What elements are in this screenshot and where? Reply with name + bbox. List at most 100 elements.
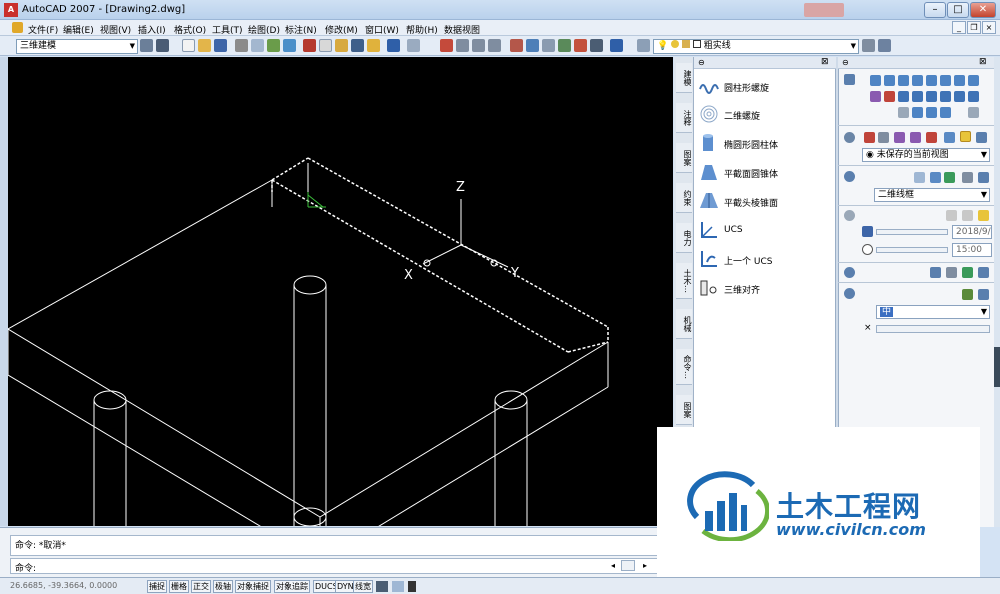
walk-icon[interactable] bbox=[894, 132, 905, 143]
zoom-window-icon[interactable] bbox=[472, 39, 485, 52]
layer-panel-icon[interactable] bbox=[156, 39, 169, 52]
paste-icon[interactable] bbox=[335, 39, 348, 52]
copy-icon[interactable] bbox=[319, 39, 332, 52]
wedge-icon[interactable] bbox=[884, 75, 895, 86]
view-select[interactable]: ◉ 未保存的当前视图 ▼ bbox=[862, 148, 990, 162]
scroll-thumb[interactable] bbox=[621, 560, 635, 571]
palette-item-frustum-cone[interactable]: 平截面圆锥体 bbox=[696, 159, 834, 185]
menu-tools[interactable]: 工具(T) bbox=[212, 23, 243, 36]
palette-tab-constraint[interactable]: 约束 bbox=[676, 183, 692, 213]
drawing-viewport[interactable]: Z X Y bbox=[8, 57, 673, 526]
palette-tab-hatch[interactable]: 图案 bbox=[676, 143, 692, 173]
redo-icon[interactable] bbox=[407, 39, 420, 52]
workspace-settings-icon[interactable] bbox=[140, 39, 153, 52]
presspull-icon[interactable] bbox=[926, 91, 937, 102]
match-properties-icon[interactable] bbox=[351, 39, 364, 52]
ortho-toggle[interactable]: 正交 bbox=[191, 580, 211, 593]
time-slider[interactable] bbox=[876, 247, 948, 253]
close-x-icon[interactable]: × bbox=[864, 323, 872, 333]
design-center-icon[interactable] bbox=[526, 39, 539, 52]
dashboard-menu-icon[interactable]: ⊖ bbox=[842, 58, 849, 67]
mesh-icon[interactable] bbox=[968, 107, 979, 118]
palette-tab-hatch-2[interactable]: 图案 bbox=[676, 395, 692, 425]
date-field[interactable]: 2018/9/2 bbox=[952, 225, 992, 239]
lighting-icon[interactable] bbox=[978, 210, 989, 221]
revolve-icon[interactable] bbox=[884, 91, 895, 102]
otrack-toggle[interactable]: 对象追踪 bbox=[274, 580, 310, 593]
doc-restore-button[interactable]: ❐ bbox=[967, 21, 981, 34]
tool-palettes-icon[interactable] bbox=[542, 39, 555, 52]
exposure-slider[interactable] bbox=[876, 325, 990, 333]
side-handle[interactable] bbox=[994, 347, 1000, 387]
palette-item-helix[interactable]: 圆柱形螺旋 bbox=[696, 73, 834, 99]
properties-icon[interactable] bbox=[510, 39, 523, 52]
menu-window[interactable]: 窗口(W) bbox=[365, 23, 399, 36]
visual-style-panel-icon[interactable] bbox=[844, 171, 855, 182]
dashboard-close-icon[interactable]: ⊠ bbox=[979, 57, 987, 67]
zoom-tool-icon[interactable] bbox=[878, 132, 889, 143]
save-icon[interactable] bbox=[214, 39, 227, 52]
menu-dimension[interactable]: 标注(N) bbox=[285, 23, 317, 36]
materials-window-icon[interactable] bbox=[930, 267, 941, 278]
palette-close-icon[interactable]: ⊠ bbox=[821, 57, 829, 67]
make-current-layer-icon[interactable] bbox=[862, 39, 875, 52]
palette-menu-icon[interactable]: ⊖ bbox=[698, 58, 705, 67]
menu-format[interactable]: 格式(O) bbox=[174, 23, 206, 36]
render-settings-icon[interactable] bbox=[978, 289, 989, 300]
materials-panel-icon[interactable] bbox=[844, 267, 855, 278]
zoom-realtime-icon[interactable] bbox=[456, 39, 469, 52]
visual-style-select[interactable]: 二维线框 ▼ bbox=[874, 188, 990, 202]
scroll-right-icon[interactable]: ▸ bbox=[643, 561, 647, 570]
render-icon[interactable] bbox=[962, 289, 973, 300]
menu-draw[interactable]: 绘图(D) bbox=[248, 23, 280, 36]
new-file-icon[interactable] bbox=[182, 39, 195, 52]
palette-item-previous-ucs[interactable]: 上一个 UCS bbox=[696, 246, 834, 272]
apply-material-icon[interactable] bbox=[962, 267, 973, 278]
sphere-icon[interactable] bbox=[926, 75, 937, 86]
intersect-icon[interactable] bbox=[926, 107, 937, 118]
navigate-panel-icon[interactable] bbox=[844, 132, 855, 143]
menu-view[interactable]: 视图(V) bbox=[100, 23, 131, 36]
doc-close-button[interactable]: × bbox=[982, 21, 996, 34]
status-menu-icon[interactable] bbox=[408, 581, 416, 592]
polar-toggle[interactable]: 极轴 bbox=[213, 580, 233, 593]
layer-manager-icon[interactable] bbox=[637, 39, 650, 52]
undo-icon[interactable] bbox=[387, 39, 400, 52]
cylinder-tool-icon[interactable] bbox=[898, 75, 909, 86]
open-file-icon[interactable] bbox=[198, 39, 211, 52]
publish-icon[interactable] bbox=[267, 39, 280, 52]
light-panel-icon[interactable] bbox=[844, 210, 855, 221]
cut-icon[interactable] bbox=[303, 39, 316, 52]
markup-icon[interactable] bbox=[574, 39, 587, 52]
palette-tab-annotation[interactable]: 注释 bbox=[676, 103, 692, 133]
menu-modify[interactable]: 修改(M) bbox=[325, 23, 358, 36]
pan-tool-icon[interactable] bbox=[926, 132, 937, 143]
doc-minimize-button[interactable]: _ bbox=[952, 21, 966, 34]
lineweight-toggle[interactable]: 线宽 bbox=[353, 580, 373, 593]
minimize-button[interactable]: – bbox=[924, 2, 946, 18]
command-input[interactable]: 命令: ◂ ▸ bbox=[10, 558, 658, 574]
menu-insert[interactable]: 插入(I) bbox=[138, 23, 166, 36]
palette-item-spiral[interactable]: 二维螺旋 bbox=[696, 101, 834, 127]
2d-wireframe-icon[interactable] bbox=[914, 172, 925, 183]
material-map-icon[interactable] bbox=[946, 267, 957, 278]
close-button[interactable]: ✕ bbox=[970, 2, 996, 18]
pyramid-tool-icon[interactable] bbox=[940, 75, 951, 86]
block-editor-icon[interactable] bbox=[367, 39, 380, 52]
render-quality-select[interactable]: 中 ▼ bbox=[876, 305, 990, 319]
3d-dwf-icon[interactable] bbox=[283, 39, 296, 52]
palette-item-frustum-pyramid[interactable]: 平截头棱锥面 bbox=[696, 188, 834, 214]
camera-icon[interactable] bbox=[944, 132, 955, 143]
help-icon[interactable] bbox=[610, 39, 623, 52]
sheet-set-icon[interactable] bbox=[558, 39, 571, 52]
extrude-icon[interactable] bbox=[870, 91, 881, 102]
print-preview-icon[interactable] bbox=[251, 39, 264, 52]
sun-status-icon[interactable] bbox=[946, 210, 957, 221]
palette-item-elliptic-cylinder[interactable]: 椭圆形圆柱体 bbox=[696, 130, 834, 156]
union-icon[interactable] bbox=[898, 107, 909, 118]
pan-icon[interactable] bbox=[440, 39, 453, 52]
cone-tool-icon[interactable] bbox=[912, 75, 923, 86]
fly-icon[interactable] bbox=[910, 132, 921, 143]
menu-data-view[interactable]: 数据视图 bbox=[444, 23, 480, 36]
render-panel-icon[interactable] bbox=[844, 288, 855, 299]
